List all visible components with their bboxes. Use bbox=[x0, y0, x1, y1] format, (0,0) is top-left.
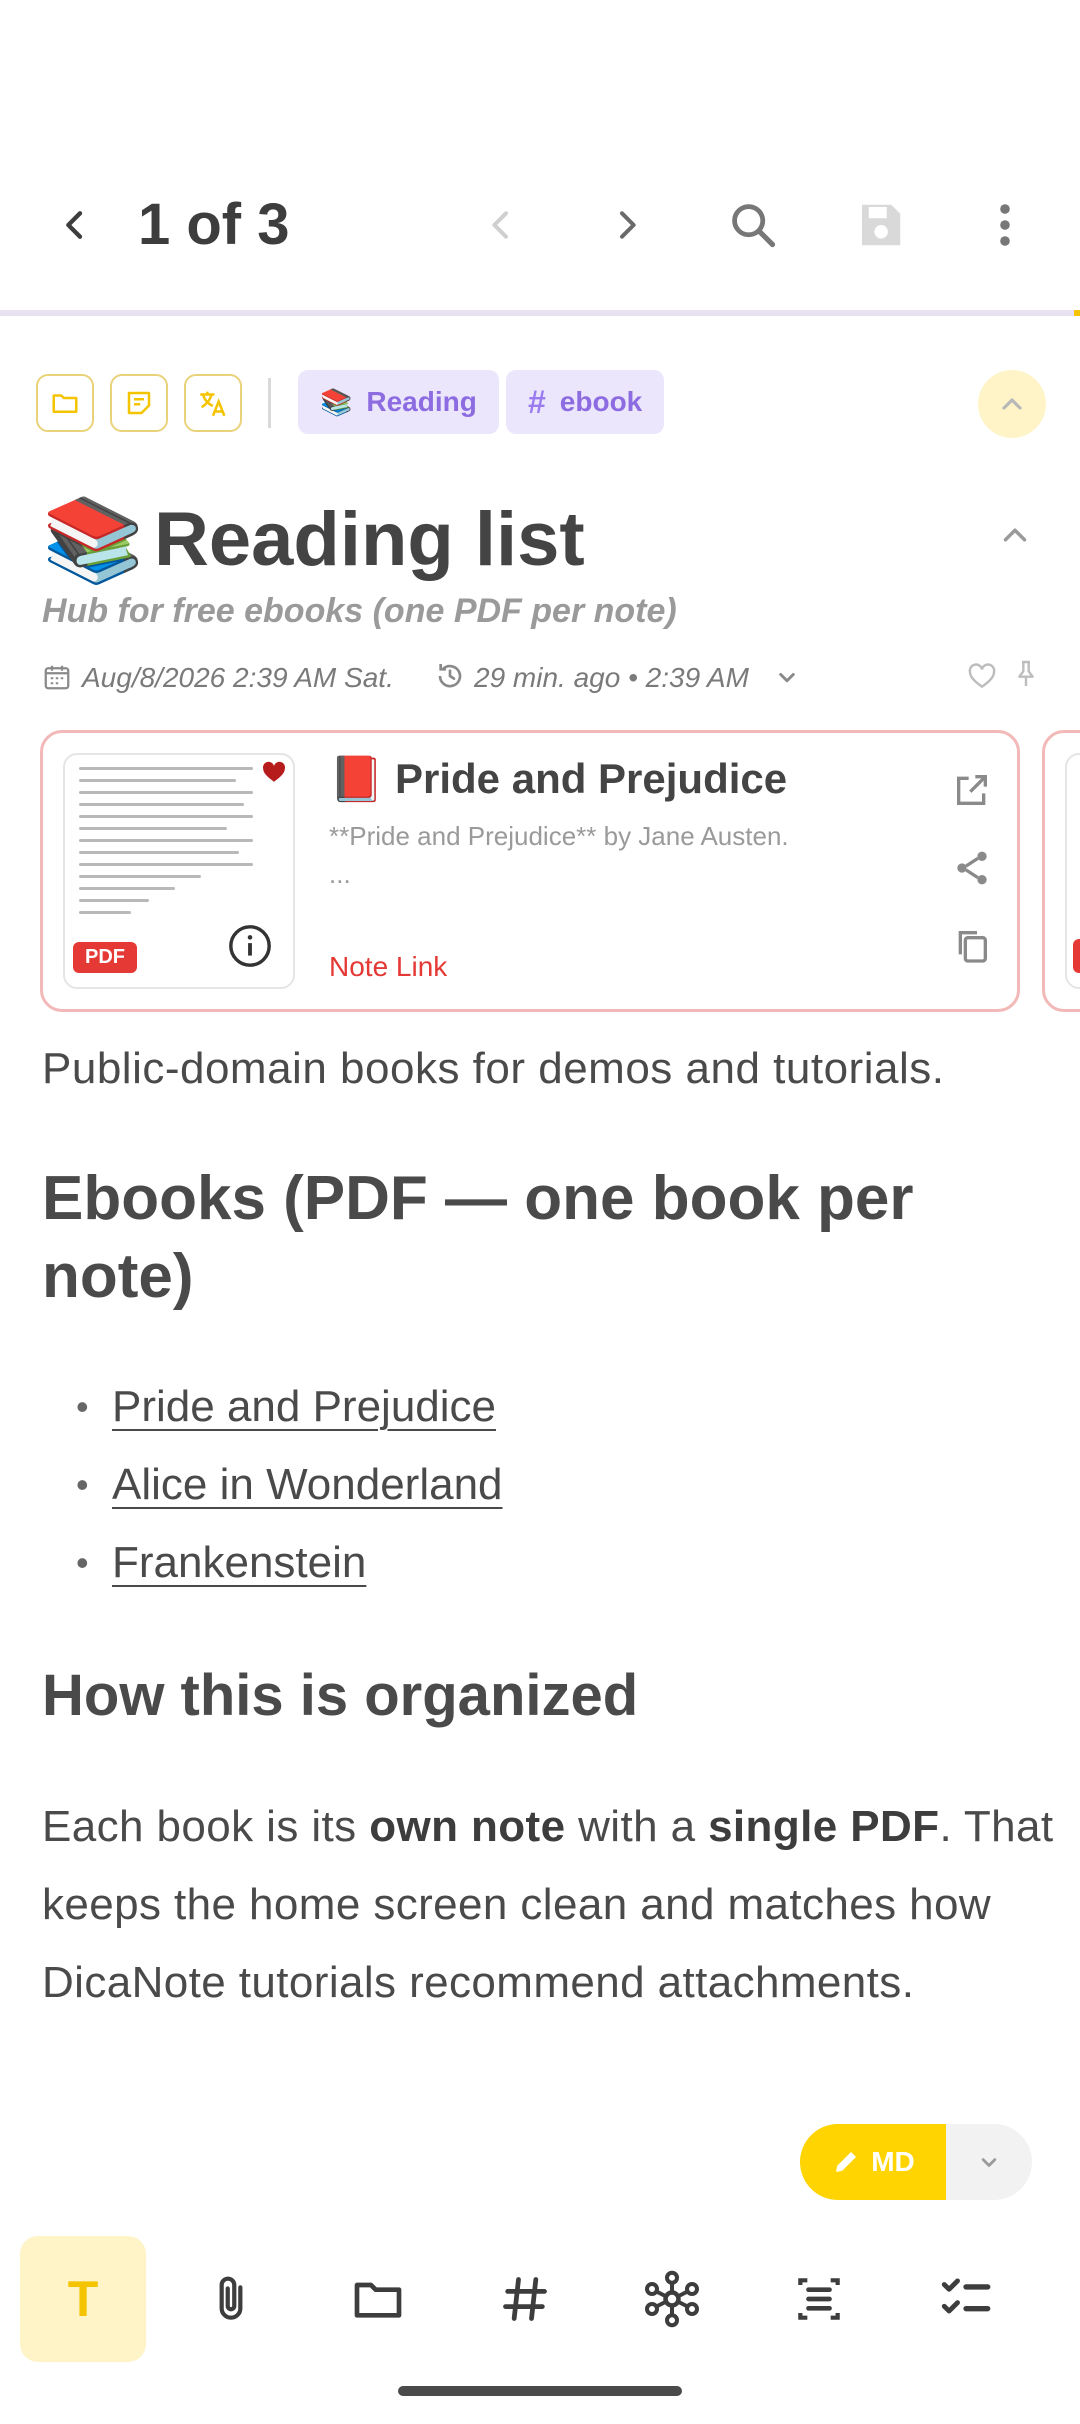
search-icon bbox=[732, 204, 776, 248]
attach-button[interactable] bbox=[168, 2236, 294, 2362]
attachment-title: Pride and Prejudice bbox=[395, 755, 788, 802]
back-button[interactable] bbox=[40, 190, 110, 260]
md-label: MD bbox=[871, 2146, 915, 2177]
chevron-up-icon bbox=[1003, 528, 1027, 542]
note-title-row: 📚 Reading list bbox=[42, 492, 1050, 588]
share-button[interactable] bbox=[947, 843, 997, 893]
previous-button[interactable] bbox=[466, 190, 536, 260]
translate-button[interactable] bbox=[184, 374, 242, 432]
history-icon bbox=[434, 660, 466, 699]
tag-label: ebook bbox=[559, 386, 643, 417]
organized-paragraph: Each book is its own note with a single … bbox=[42, 1802, 1054, 2007]
info-icon[interactable] bbox=[227, 923, 273, 969]
text-format-button[interactable]: T bbox=[20, 2236, 146, 2362]
list-item: • Frankenstein bbox=[42, 1524, 1054, 1602]
open-external-button[interactable] bbox=[947, 765, 997, 815]
tag-chip-reading[interactable]: 📚 Reading bbox=[298, 370, 499, 434]
pdf-thumbnail[interactable]: PDF bbox=[63, 753, 295, 989]
book-list: • Pride and Prejudice • Alice in Wonderlan… bbox=[42, 1368, 1054, 1602]
hashtag-icon bbox=[503, 2277, 547, 2321]
red-book-icon: 📕 bbox=[329, 755, 384, 804]
chevron-down-icon bbox=[981, 2158, 997, 2167]
translate-icon bbox=[200, 391, 226, 417]
tag-toolbar-button[interactable] bbox=[462, 2236, 588, 2362]
calendar-icon bbox=[42, 662, 72, 699]
list-item: • Alice in Wonderland bbox=[42, 1446, 1054, 1524]
text-format-icon: T bbox=[67, 2271, 99, 2327]
attachment-ellipsis: ... bbox=[329, 859, 351, 889]
chevron-right-icon bbox=[620, 211, 636, 239]
books-icon: 📚 bbox=[42, 495, 145, 586]
pdf-badge bbox=[1073, 939, 1080, 973]
next-button[interactable] bbox=[592, 190, 662, 260]
next-attachment-card[interactable] bbox=[1042, 730, 1080, 1012]
heading-organized: How this is organized bbox=[42, 1663, 639, 1728]
books-icon: 📚 bbox=[320, 386, 353, 417]
pdf-page-preview bbox=[79, 767, 253, 923]
intro-paragraph: Public-domain books for demos and tutori… bbox=[42, 1044, 945, 1093]
app-bar: 1 of 3 bbox=[0, 160, 1080, 290]
arrow-back-icon bbox=[66, 211, 83, 239]
chip-separator bbox=[268, 378, 271, 428]
pin-icon[interactable] bbox=[1010, 658, 1042, 697]
search-button[interactable] bbox=[718, 190, 788, 260]
note-body[interactable]: Public-domain books for demos and tutori… bbox=[42, 1030, 1054, 2022]
markdown-mode-fab: MD bbox=[800, 2124, 1032, 2200]
pdf-thumbnail bbox=[1065, 753, 1080, 989]
checklist-button[interactable] bbox=[903, 2236, 1029, 2362]
markdown-dropdown-button[interactable] bbox=[946, 2124, 1032, 2200]
collapse-header-button[interactable] bbox=[978, 370, 1046, 438]
open-in-new-icon bbox=[957, 775, 987, 805]
chevron-left-icon bbox=[492, 211, 508, 239]
hash-icon: # bbox=[528, 383, 546, 420]
list-item: • Pride and Prejudice bbox=[42, 1368, 1054, 1446]
tag-label: Reading bbox=[366, 386, 477, 417]
collapse-title-button[interactable] bbox=[996, 516, 1034, 559]
note-title[interactable]: Reading list bbox=[154, 492, 585, 588]
note-chips-row: 📚 Reading # ebook bbox=[36, 370, 1050, 438]
more-vert-icon bbox=[1000, 204, 1010, 246]
outline-list-icon bbox=[798, 2278, 840, 2320]
more-options-button[interactable] bbox=[970, 190, 1040, 260]
note-link[interactable]: Note Link bbox=[329, 951, 447, 983]
chevron-up-icon bbox=[1002, 398, 1022, 410]
folder-icon bbox=[354, 2282, 402, 2318]
graph-button[interactable] bbox=[609, 2236, 735, 2362]
checklist-icon bbox=[941, 2278, 991, 2314]
gesture-bar bbox=[398, 2386, 682, 2396]
folder-toolbar-button[interactable] bbox=[315, 2236, 441, 2362]
outline-button[interactable] bbox=[756, 2236, 882, 2362]
folder-icon bbox=[52, 394, 78, 413]
attachment-description: **Pride and Prejudice** by Jane Austen. bbox=[329, 821, 789, 851]
graph-network-icon bbox=[645, 2270, 699, 2328]
paperclip-icon bbox=[219, 2276, 243, 2320]
markdown-edit-button[interactable]: MD bbox=[800, 2124, 946, 2200]
pdf-badge: PDF bbox=[73, 942, 137, 973]
tag-chip-ebook[interactable]: # ebook bbox=[506, 370, 665, 434]
chevron-down-icon[interactable] bbox=[772, 662, 802, 699]
result-counter: 1 of 3 bbox=[138, 192, 290, 257]
modified-time: 29 min. ago • 2:39 AM bbox=[474, 662, 749, 693]
note-meta-row: Aug/8/2026 2:39 AM Sat. 29 min. ago • 2:… bbox=[42, 656, 1050, 700]
folder-button[interactable] bbox=[36, 374, 94, 432]
share-icon bbox=[957, 851, 987, 885]
book-link-frankenstein[interactable]: Frankenstein bbox=[112, 1524, 366, 1602]
copy-icon bbox=[958, 931, 987, 963]
sticky-note-button[interactable] bbox=[110, 374, 168, 432]
sticky-note-icon bbox=[127, 391, 151, 415]
created-date: Aug/8/2026 2:39 AM Sat. bbox=[82, 662, 394, 693]
copy-button[interactable] bbox=[947, 921, 997, 971]
progress-divider bbox=[0, 310, 1080, 316]
book-link-pride[interactable]: Pride and Prejudice bbox=[112, 1368, 496, 1446]
note-subtitle: Hub for free ebooks (one PDF per note) bbox=[42, 592, 677, 630]
heart-filled-icon[interactable] bbox=[261, 759, 287, 785]
pencil-icon bbox=[836, 2152, 857, 2172]
favorite-icon[interactable] bbox=[966, 660, 998, 699]
attachment-card[interactable]: PDF 📕 Pride and Prejudice **Pride and Pr… bbox=[40, 730, 1020, 1012]
book-link-alice[interactable]: Alice in Wonderland bbox=[112, 1446, 503, 1524]
save-icon bbox=[862, 204, 901, 246]
editor-toolbar: T bbox=[0, 2232, 1080, 2362]
heading-ebooks: Ebooks (PDF — one book per note) bbox=[42, 1164, 914, 1311]
save-button[interactable] bbox=[845, 190, 915, 260]
